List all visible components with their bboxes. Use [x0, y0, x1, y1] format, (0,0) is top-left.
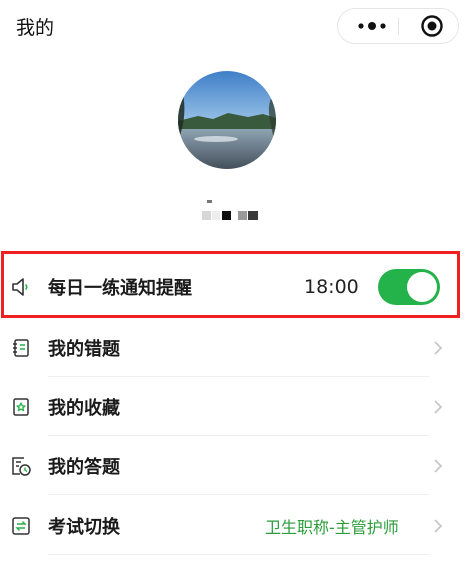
current-exam-value: 卫生职称-主管护师	[265, 518, 399, 537]
notebook-icon	[10, 337, 32, 359]
close-icon[interactable]	[410, 9, 454, 43]
menu-item-exam-switch[interactable]: 考试切换 卫生职称-主管护师	[0, 497, 473, 555]
chevron-right-icon	[432, 340, 444, 356]
mini-program-capsule	[337, 8, 459, 44]
nickname-censored	[200, 200, 264, 224]
page-title: 我的	[16, 17, 55, 39]
top-bar: 我的	[0, 0, 473, 56]
menu-item-label: 我的收藏	[48, 398, 120, 419]
capsule-divider	[398, 18, 399, 35]
menu-item-wrong-questions[interactable]: 我的错题	[0, 319, 473, 377]
menu-item-favorites[interactable]: 我的收藏	[0, 378, 473, 436]
chevron-right-icon	[432, 399, 444, 415]
divider	[48, 435, 429, 436]
menu-item-label: 我的答题	[48, 457, 120, 478]
menu-item-label: 我的错题	[48, 339, 120, 360]
clock-doc-icon	[10, 455, 32, 477]
more-options-icon[interactable]	[348, 9, 396, 43]
divider	[48, 376, 429, 377]
star-book-icon	[10, 396, 32, 418]
chevron-right-icon	[432, 458, 444, 474]
avatar[interactable]	[178, 71, 276, 169]
divider	[48, 554, 429, 555]
menu-item-my-answers[interactable]: 我的答题	[0, 437, 473, 495]
switch-icon	[10, 515, 32, 537]
menu-item-label: 考试切换	[48, 517, 120, 538]
chevron-right-icon	[432, 518, 444, 534]
highlight-frame	[1, 251, 460, 318]
divider	[48, 494, 429, 495]
